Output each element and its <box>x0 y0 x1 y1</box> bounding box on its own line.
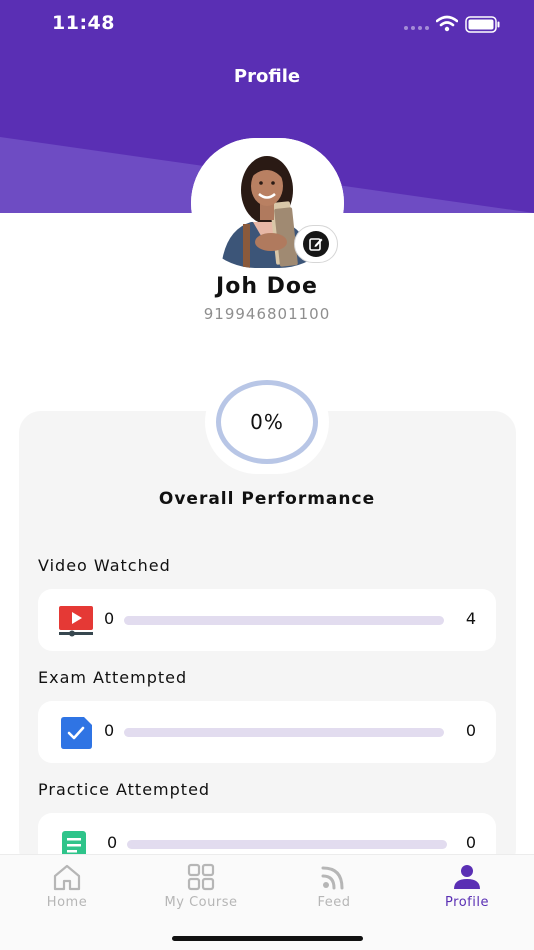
home-indicator <box>172 936 363 941</box>
video-icon <box>59 606 93 637</box>
rss-icon <box>321 866 344 890</box>
stat-total: 0 <box>465 721 476 740</box>
stat-label-exam-attempted: Exam Attempted <box>38 668 188 687</box>
user-name: Joh Doe <box>216 274 318 299</box>
exam-check-icon <box>61 717 92 749</box>
nav-label-profile: Profile <box>445 895 489 910</box>
nav-label-feed: Feed <box>317 895 351 910</box>
page-title: Profile <box>233 66 301 87</box>
edit-icon <box>309 238 323 251</box>
overall-progress-ring: 0% <box>216 380 318 464</box>
wifi-icon <box>436 15 458 32</box>
stat-label-practice-attempted: Practice Attempted <box>38 780 211 799</box>
stat-total: 0 <box>465 833 476 852</box>
stat-current: 0 <box>104 609 115 628</box>
stat-label-video-watched: Video Watched <box>38 556 171 575</box>
stat-row-exam-attempted[interactable]: 0 0 <box>38 701 496 763</box>
user-phone: 919946801100 <box>203 305 331 323</box>
home-icon <box>53 864 81 891</box>
stat-progress-track <box>124 616 444 625</box>
performance-title: Overall Performance <box>158 489 376 509</box>
stat-row-video-watched[interactable]: 0 4 <box>38 589 496 651</box>
edit-profile-button[interactable] <box>294 225 338 263</box>
signal-dots-icon <box>404 26 430 30</box>
grid-icon <box>187 863 215 891</box>
status-time: 11:48 <box>52 12 115 34</box>
nav-item-my-course[interactable]: My Course <box>151 863 251 910</box>
stat-total: 4 <box>465 609 476 628</box>
nav-item-home[interactable]: Home <box>17 863 117 910</box>
person-icon <box>454 865 480 889</box>
stat-progress-track <box>127 840 447 849</box>
battery-icon <box>465 16 500 33</box>
nav-item-profile[interactable]: Profile <box>417 863 517 910</box>
stat-current: 0 <box>107 833 118 852</box>
stat-progress-track <box>124 728 444 737</box>
stat-current: 0 <box>104 721 115 740</box>
nav-label-my-course: My Course <box>164 895 238 910</box>
nav-label-home: Home <box>46 895 88 910</box>
nav-item-feed[interactable]: Feed <box>284 863 384 910</box>
